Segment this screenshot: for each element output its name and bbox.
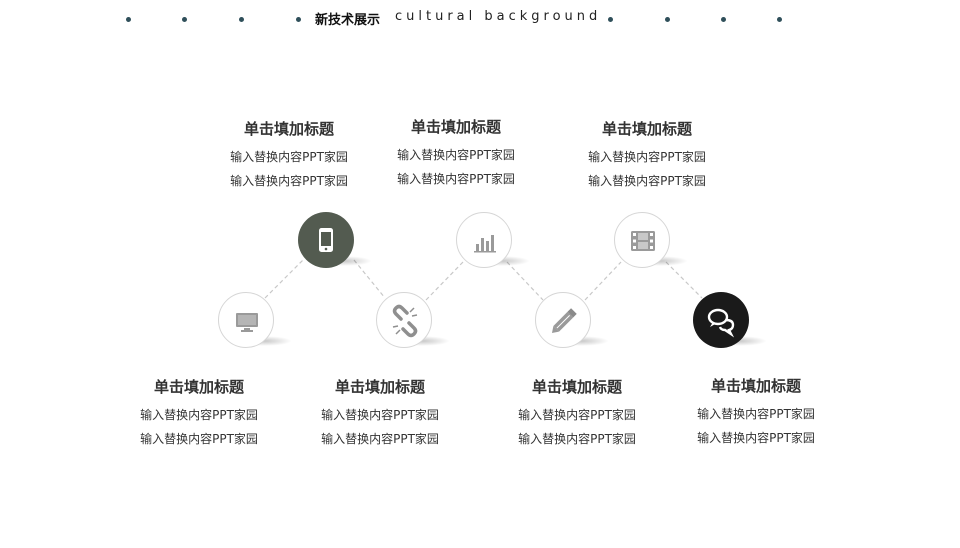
item-title: 单击填加标题: [243, 120, 334, 138]
node-chat[interactable]: [693, 292, 749, 348]
item-desc: 输入替换内容PPT家园: [321, 432, 439, 446]
item-desc: 输入替换内容PPT家园: [397, 148, 515, 162]
text-block: 单击填加标题 输入替换内容PPT家园 输入替换内容PPT家园: [381, 116, 531, 191]
item-desc: 输入替换内容PPT家园: [518, 408, 636, 422]
connector-lines: [264, 259, 703, 301]
item-desc: 输入替换内容PPT家园: [397, 172, 515, 186]
film-icon: [631, 231, 655, 251]
item-desc: 输入替换内容PPT家园: [588, 150, 706, 164]
text-block: 单击填加标题 输入替换内容PPT家园 输入替换内容PPT家园: [572, 118, 722, 193]
monitor-icon: [236, 313, 258, 332]
item-title: 单击填加标题: [601, 120, 692, 138]
text-block: 单击填加标题 输入替换内容PPT家园 输入替换内容PPT家园: [681, 375, 831, 450]
item-desc: 输入替换内容PPT家园: [518, 432, 636, 446]
text-block: 单击填加标题 输入替换内容PPT家园 输入替换内容PPT家园: [214, 118, 364, 193]
bar-chart-icon: [474, 235, 496, 253]
item-title: 单击填加标题: [710, 377, 801, 395]
chat-icon: [707, 308, 735, 338]
node-phone[interactable]: [298, 212, 354, 268]
item-desc: 输入替换内容PPT家园: [140, 408, 258, 422]
item-title: 单击填加标题: [410, 118, 501, 136]
phone-icon: [319, 228, 333, 252]
item-title: 单击填加标题: [334, 378, 425, 396]
item-desc: 输入替换内容PPT家园: [230, 174, 348, 188]
item-desc: 输入替换内容PPT家园: [230, 150, 348, 164]
item-desc: 输入替换内容PPT家园: [697, 407, 815, 421]
item-title: 单击填加标题: [153, 378, 244, 396]
text-block: 单击填加标题 输入替换内容PPT家园 输入替换内容PPT家园: [305, 376, 455, 451]
item-desc: 输入替换内容PPT家园: [321, 408, 439, 422]
link-icon: [392, 304, 418, 338]
node-pencil[interactable]: [535, 292, 591, 348]
node-link[interactable]: [376, 292, 432, 348]
node-monitor[interactable]: [218, 292, 274, 348]
item-title: 单击填加标题: [531, 378, 622, 396]
item-desc: 输入替换内容PPT家园: [140, 432, 258, 446]
text-block: 单击填加标题 输入替换内容PPT家园 输入替换内容PPT家园: [502, 376, 652, 451]
item-desc: 输入替换内容PPT家园: [588, 174, 706, 188]
text-block: 单击填加标题 输入替换内容PPT家园 输入替换内容PPT家园: [124, 376, 274, 451]
node-film[interactable]: [614, 212, 670, 268]
pencil-icon: [551, 308, 577, 334]
node-bar-chart[interactable]: [456, 212, 512, 268]
item-desc: 输入替换内容PPT家园: [697, 431, 815, 445]
